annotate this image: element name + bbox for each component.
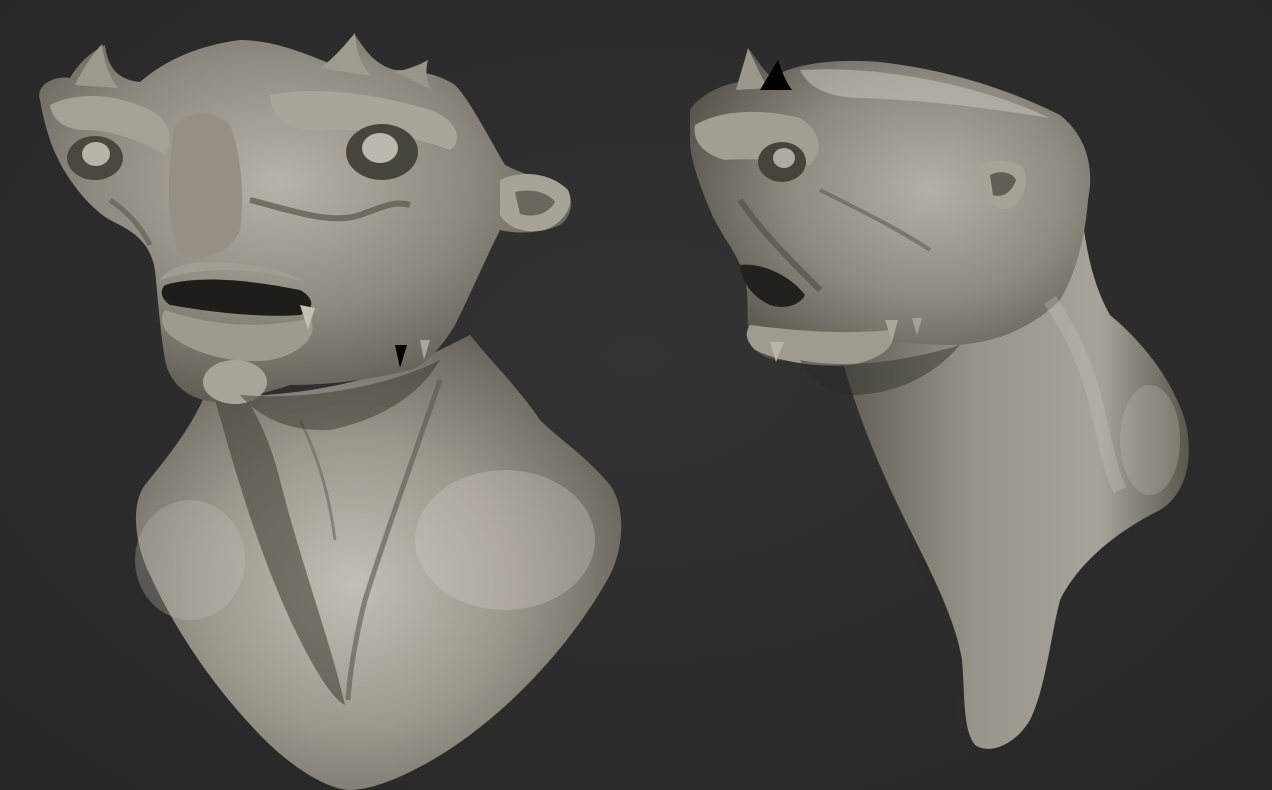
bust-right-shoulder-highlight bbox=[1120, 385, 1180, 495]
bust-left-eye-right bbox=[362, 133, 398, 163]
creature-bust-front-three-quarter[interactable] bbox=[39, 33, 622, 790]
bust-left-head bbox=[39, 35, 572, 402]
creature-bust-side-profile[interactable] bbox=[690, 48, 1189, 749]
bust-right-eye bbox=[773, 148, 795, 168]
viewport-canvas bbox=[39, 33, 1189, 790]
bust-left-chest-highlight bbox=[415, 470, 595, 610]
bust-left-chest-highlight-2 bbox=[135, 500, 245, 620]
bust-left-eye-left bbox=[82, 142, 110, 166]
bust-left-nose bbox=[168, 113, 242, 258]
sculpt-viewport[interactable] bbox=[0, 0, 1272, 790]
